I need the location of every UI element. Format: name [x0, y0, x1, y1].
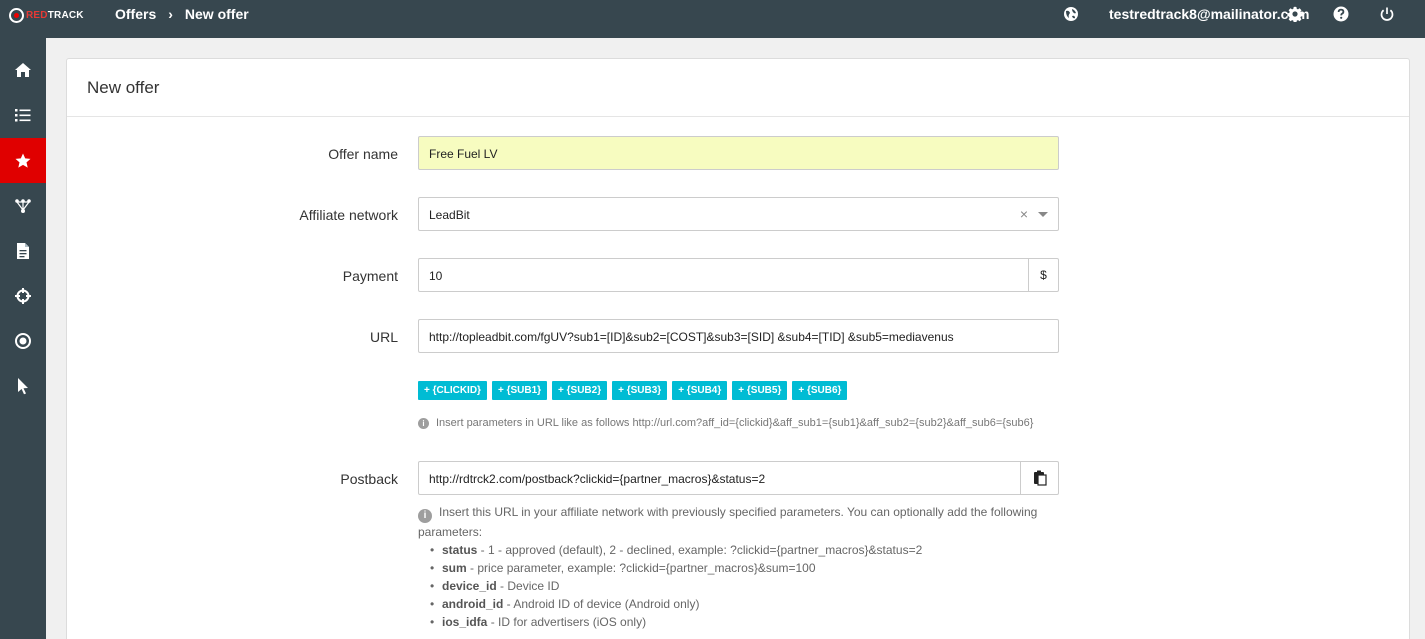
chevron-down-icon[interactable]: [1038, 212, 1048, 217]
sidebar-item-campaigns[interactable]: [0, 92, 46, 137]
sidebar-item-networks[interactable]: [0, 183, 46, 228]
list-item: status - 1 - approved (default), 2 - dec…: [426, 541, 1058, 559]
globe-icon[interactable]: [1063, 6, 1079, 22]
list-icon: [15, 108, 31, 121]
document-icon: [17, 242, 29, 259]
copy-button[interactable]: [1020, 462, 1058, 494]
list-item: device_id - Device ID: [426, 577, 1058, 595]
postback-help-intro: Insert this URL in your affiliate networ…: [418, 505, 1038, 539]
redtrack-logo[interactable]: REDTRACK: [9, 7, 84, 23]
tag-sub1-button[interactable]: + {SUB1}: [491, 381, 548, 400]
info-icon: i: [418, 418, 429, 429]
page-title: New offer: [67, 59, 1409, 117]
url-input[interactable]: http://topleadbit.com/fgUV?sub1=[ID]&sub…: [418, 319, 1059, 353]
network-icon: [15, 198, 31, 213]
postback-parameter-list: status - 1 - approved (default), 2 - dec…: [418, 541, 1058, 631]
offer-name-label: Offer name: [328, 146, 398, 162]
affiliate-network-label: Affiliate network: [299, 207, 398, 223]
url-value: http://topleadbit.com/fgUV?sub1=[ID]&sub…: [429, 330, 954, 344]
list-item: android_id - Android ID of device (Andro…: [426, 595, 1058, 613]
affiliate-network-select[interactable]: LeadBit ×: [418, 197, 1059, 231]
postback-help: i Insert this URL in your affiliate netwo…: [418, 503, 1058, 631]
clipboard-icon: [1033, 470, 1047, 486]
breadcrumb-separator: ›: [168, 6, 173, 22]
logo-text-red: RED: [26, 9, 48, 21]
logo-text-white: TRACK: [47, 9, 84, 21]
list-item: sum - price parameter, example: ?clickid…: [426, 559, 1058, 577]
sidebar-item-landings[interactable]: [0, 318, 46, 363]
tag-clickid-button[interactable]: + {CLICKID}: [418, 381, 487, 400]
star-icon: [15, 153, 31, 168]
url-hint-text: Insert parameters in URL like as follows…: [436, 417, 1034, 429]
sidebar-item-clicks[interactable]: [0, 363, 46, 408]
cursor-icon: [18, 377, 28, 394]
sidebar-item-dashboard[interactable]: [0, 47, 46, 92]
offer-name-input[interactable]: Free Fuel LV: [418, 136, 1059, 170]
currency-addon: $: [1028, 259, 1058, 291]
payment-value: 10: [429, 269, 443, 283]
offer-name-value: Free Fuel LV: [429, 147, 498, 161]
user-email[interactable]: testredtrack8@mailinator.com: [1109, 6, 1309, 22]
gear-icon[interactable]: [1287, 6, 1303, 22]
clear-icon[interactable]: ×: [1020, 206, 1028, 222]
payment-label: Payment: [342, 268, 398, 284]
url-parameter-tags: + {CLICKID} + {SUB1} + {SUB2} + {SUB3} +…: [418, 381, 852, 400]
payment-input[interactable]: 10 $: [418, 258, 1059, 292]
postback-input[interactable]: http://rdtrck2.com/postback?clickid={par…: [418, 461, 1059, 495]
help-icon[interactable]: [1333, 6, 1349, 22]
affiliate-network-value: LeadBit: [429, 208, 470, 222]
target-icon: [15, 332, 31, 349]
tag-sub4-button[interactable]: + {SUB4}: [672, 381, 728, 400]
top-bar: REDTRACK Offers › New offer testredtrack…: [0, 0, 1425, 38]
sidebar-item-offers[interactable]: [0, 138, 46, 183]
logo-mark-icon: [9, 7, 24, 23]
crosshair-icon: [15, 287, 31, 304]
url-hint: i Insert parameters in URL like as follo…: [418, 417, 1033, 429]
home-icon: [15, 62, 31, 77]
sidebar-item-reports[interactable]: [0, 228, 46, 273]
tag-sub3-button[interactable]: + {SUB3}: [612, 381, 668, 400]
sidebar: [0, 38, 46, 639]
info-icon: i: [418, 509, 432, 523]
list-item: ios_idfa - ID for advertisers (iOS only): [426, 613, 1058, 631]
tag-sub6-button[interactable]: + {SUB6}: [792, 381, 848, 400]
postback-label: Postback: [340, 471, 398, 487]
breadcrumb: Offers › New offer: [115, 6, 249, 22]
url-label: URL: [369, 329, 398, 345]
tag-sub2-button[interactable]: + {SUB2}: [552, 381, 608, 400]
sidebar-item-traffic-sources[interactable]: [0, 273, 46, 318]
postback-value: http://rdtrck2.com/postback?clickid={par…: [429, 472, 766, 486]
tag-sub5-button[interactable]: + {SUB5}: [732, 381, 788, 400]
breadcrumb-offers[interactable]: Offers: [115, 6, 156, 22]
new-offer-panel: New offer Offer name Free Fuel LV Affili…: [66, 58, 1410, 639]
breadcrumb-current: New offer: [184, 6, 249, 22]
power-icon[interactable]: [1379, 6, 1395, 22]
